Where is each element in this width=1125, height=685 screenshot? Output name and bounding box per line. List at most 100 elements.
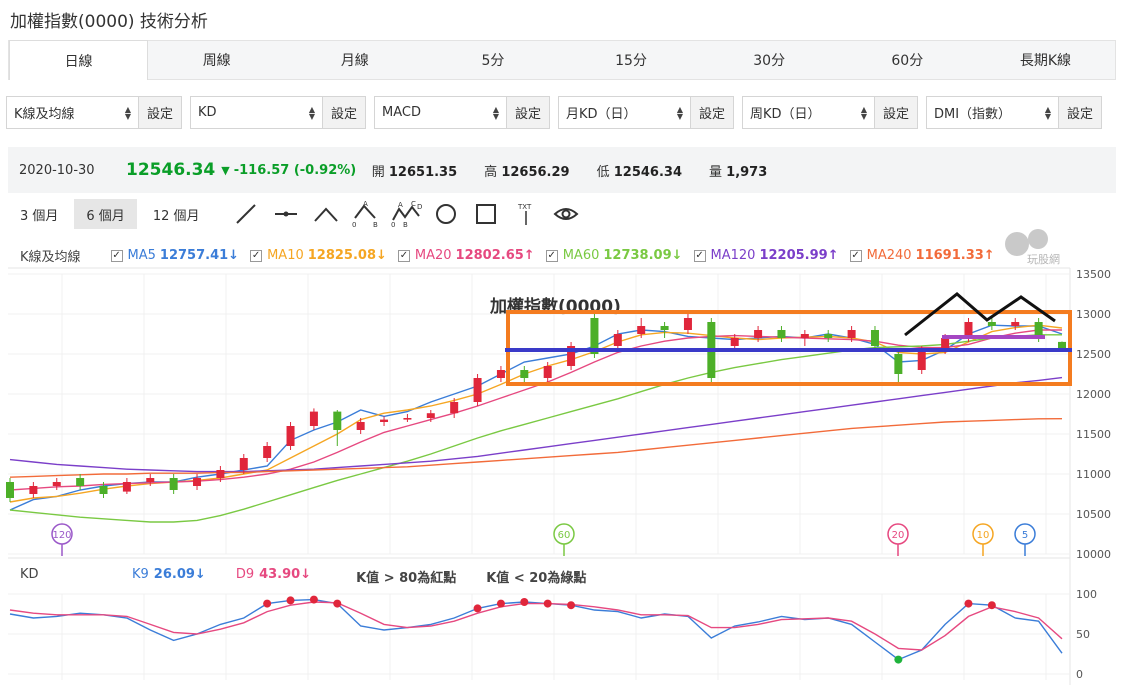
indicator-select-5[interactable]: 周KD（日） ▲ ▼ bbox=[743, 97, 874, 128]
segment-tool-icon[interactable] bbox=[266, 199, 306, 229]
marker-label: 10 bbox=[977, 530, 990, 541]
checkbox-icon[interactable]: ✓ bbox=[849, 249, 862, 262]
svg-text:A: A bbox=[363, 200, 368, 208]
indicator-select-1[interactable]: K線及均線 ▲ ▼ bbox=[7, 97, 138, 128]
settings-button[interactable]: 設定 bbox=[506, 97, 549, 128]
ma-name: MA5 bbox=[127, 248, 156, 263]
y-tick-label: 10000 bbox=[1076, 548, 1111, 561]
text-tool-icon[interactable]: TXT bbox=[506, 199, 546, 229]
ma240-toggle[interactable]: ✓ MA240 11691.33↑ bbox=[849, 248, 995, 263]
tab-5min[interactable]: 5分 bbox=[424, 41, 562, 79]
ma240-line bbox=[9, 418, 1063, 478]
y-tick-label: 50 bbox=[1076, 628, 1090, 641]
indicator-select-2[interactable]: KD ▲ ▼ bbox=[191, 97, 322, 128]
page-title: 加權指數(0000) 技術分析 bbox=[10, 12, 208, 32]
checkbox-icon[interactable]: ✓ bbox=[110, 249, 123, 262]
select-value: 周KD（日） bbox=[750, 107, 821, 122]
checkbox-icon[interactable]: ✓ bbox=[250, 249, 263, 262]
tab-daily[interactable]: 日線 bbox=[9, 40, 149, 80]
settings-button[interactable]: 設定 bbox=[322, 97, 365, 128]
candle-body bbox=[964, 322, 973, 338]
ma-cross-marker: 5 bbox=[1014, 523, 1036, 556]
ma120-toggle[interactable]: ✓ MA120 12205.99↑ bbox=[693, 248, 839, 263]
candle-body bbox=[1034, 322, 1043, 338]
tab-weekly[interactable]: 周線 bbox=[148, 41, 286, 79]
ma10-toggle[interactable]: ✓ MA10 12825.08↓ bbox=[250, 248, 387, 263]
range-box bbox=[506, 310, 1072, 386]
abcd-pattern-icon[interactable]: ACD 0 B bbox=[386, 199, 426, 229]
selector-group: MACD ▲ ▼ 設定 bbox=[374, 96, 550, 129]
wedge-tool-icon[interactable] bbox=[306, 199, 346, 229]
ma20-toggle[interactable]: ✓ MA20 12802.65↑ bbox=[397, 248, 535, 263]
candle-body bbox=[239, 458, 248, 470]
ma5-toggle[interactable]: ✓ MA5 12757.41↓ bbox=[110, 248, 239, 263]
y-tick-label: 10500 bbox=[1076, 508, 1111, 521]
candle-body bbox=[941, 338, 950, 350]
high-label: 高 bbox=[484, 164, 498, 180]
marker-label: 120 bbox=[52, 530, 71, 541]
quote-change: -116.57 (-0.92%) bbox=[233, 162, 357, 178]
eye-icon[interactable] bbox=[546, 199, 586, 229]
ma-name: MA60 bbox=[562, 248, 600, 263]
candle-body bbox=[590, 318, 599, 354]
candle-body bbox=[309, 411, 318, 426]
indicator-selectors: K線及均線 ▲ ▼ 設定 KD ▲ ▼ 設定 MACD ▲ ▼ 設定 月KD（日） ▲ ▼ 設定… bbox=[6, 96, 1102, 129]
abc-pattern-icon[interactable]: A 0 B bbox=[346, 199, 386, 229]
checkbox-icon[interactable]: ✓ bbox=[397, 249, 410, 262]
selector-group: 月KD（日） ▲ ▼ 設定 bbox=[558, 96, 734, 129]
y-tick-label: 13000 bbox=[1076, 308, 1111, 321]
candle-body bbox=[870, 330, 879, 346]
period-tabs: 日線 周線 月線 5分 15分 30分 60分 長期K線 bbox=[8, 40, 1116, 80]
marker-circle bbox=[51, 523, 73, 545]
marker-circle bbox=[553, 523, 575, 545]
quote-high: 高 12656.29 bbox=[484, 161, 569, 180]
circle-tool-icon[interactable] bbox=[426, 199, 466, 229]
line-tool-icon[interactable] bbox=[226, 199, 266, 229]
ma-value: 11691.33↑ bbox=[915, 248, 995, 263]
ma60-line bbox=[9, 334, 1062, 523]
kd-note-red: K值 > 80為紅點 bbox=[356, 571, 457, 586]
checkbox-icon[interactable]: ✓ bbox=[693, 249, 706, 262]
tab-60min[interactable]: 60分 bbox=[839, 41, 977, 79]
svg-text:0: 0 bbox=[391, 221, 395, 228]
settings-button[interactable]: 設定 bbox=[874, 97, 917, 128]
k-value: 26.09↓ bbox=[153, 567, 206, 582]
range-12m-button[interactable]: 12 個月 bbox=[141, 199, 212, 229]
ma-legend-title: K線及均線 bbox=[20, 250, 81, 265]
ma20-line bbox=[9, 329, 1062, 491]
candle-body bbox=[496, 370, 505, 378]
tab-30min[interactable]: 30分 bbox=[701, 41, 839, 79]
ma-cross-marker: 10 bbox=[972, 523, 994, 556]
indicator-select-3[interactable]: MACD ▲ ▼ bbox=[375, 97, 506, 128]
tab-monthly[interactable]: 月線 bbox=[286, 41, 424, 79]
candle-body bbox=[333, 411, 342, 430]
updown-arrow-icon: ▲ ▼ bbox=[676, 104, 683, 121]
ma120-line bbox=[9, 376, 1063, 473]
updown-arrow-icon: ▲ ▼ bbox=[308, 104, 315, 121]
checkbox-icon[interactable]: ✓ bbox=[545, 249, 558, 262]
range-3m-button[interactable]: 3 個月 bbox=[8, 199, 70, 229]
overbought-dot bbox=[520, 598, 529, 606]
rect-tool-icon[interactable] bbox=[466, 199, 506, 229]
candle-body bbox=[987, 322, 996, 326]
candle-body bbox=[754, 330, 763, 338]
range-6m-button[interactable]: 6 個月 bbox=[74, 199, 137, 229]
y-tick-label: 11500 bbox=[1076, 428, 1111, 441]
ma60-toggle[interactable]: ✓ MA60 12738.09↓ bbox=[545, 248, 683, 263]
svg-text:B: B bbox=[403, 221, 408, 228]
indicator-select-4[interactable]: 月KD（日） ▲ ▼ bbox=[559, 97, 690, 128]
settings-button[interactable]: 設定 bbox=[1058, 97, 1101, 128]
tab-15min[interactable]: 15分 bbox=[563, 41, 701, 79]
d-label: D9 bbox=[235, 567, 255, 582]
indicator-select-6[interactable]: DMI（指數） ▲ ▼ bbox=[927, 97, 1058, 128]
chart-annotation: 加權指數(0000) bbox=[489, 296, 621, 317]
tab-long-term[interactable]: 長期K線 bbox=[977, 41, 1115, 79]
candle-body bbox=[473, 378, 482, 402]
overbought-dot bbox=[263, 599, 272, 608]
settings-button[interactable]: 設定 bbox=[138, 97, 181, 128]
candle-body bbox=[99, 486, 108, 494]
candle-body bbox=[263, 446, 272, 458]
open-value: 12651.35 bbox=[388, 164, 458, 180]
settings-button[interactable]: 設定 bbox=[690, 97, 733, 128]
ma-legend: K線及均線 ✓ MA5 12757.41↓ ✓ MA10 12825.08↓ ✓ MA20… bbox=[20, 246, 1006, 265]
